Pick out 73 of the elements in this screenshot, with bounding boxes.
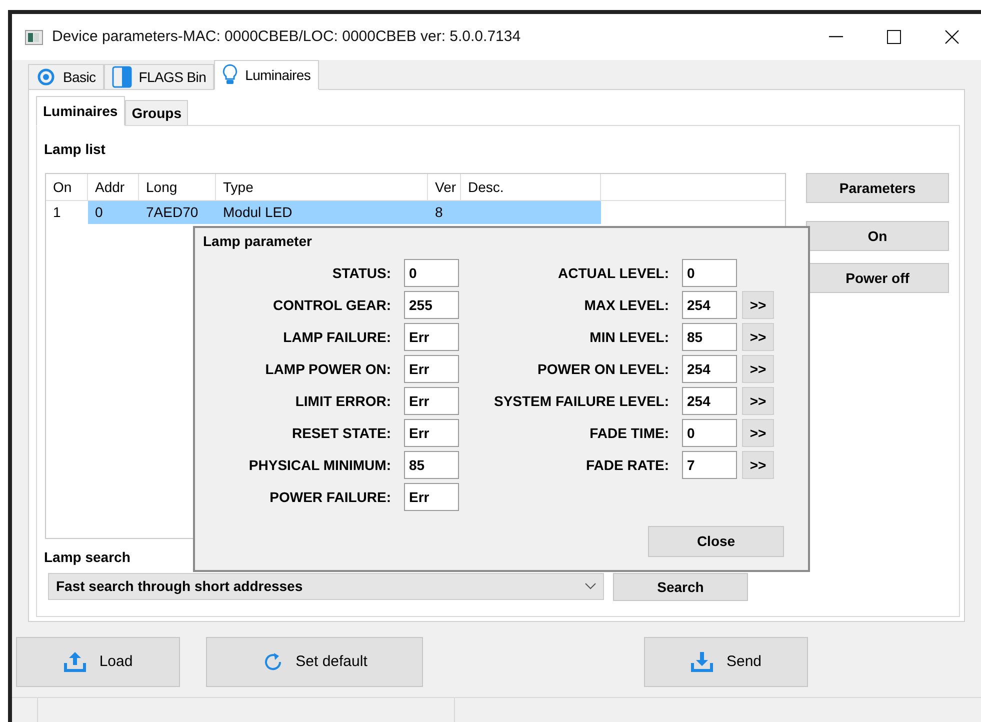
- apply-button[interactable]: >>: [742, 291, 774, 319]
- column-header[interactable]: Type: [216, 174, 428, 200]
- value-field[interactable]: Err: [404, 387, 459, 415]
- app-icon: [25, 30, 43, 44]
- value-field[interactable]: 7: [682, 451, 737, 479]
- table-cell: 8: [428, 201, 461, 224]
- field-label: FADE RATE:: [585, 456, 669, 474]
- field-label: LAMP FAILURE:: [282, 328, 391, 346]
- apply-button[interactable]: >>: [742, 451, 774, 479]
- action-button[interactable]: Load: [16, 637, 180, 687]
- tab[interactable]: FLAGS Bin: [104, 64, 214, 90]
- side-button[interactable]: On: [806, 221, 949, 251]
- column-header[interactable]: Ver: [428, 174, 461, 200]
- column-header[interactable]: Long: [139, 174, 216, 200]
- value-field[interactable]: 254: [682, 355, 737, 383]
- field-label: MIN LEVEL:: [588, 328, 669, 346]
- tab[interactable]: Groups: [124, 100, 188, 126]
- field-label: STATUS:: [331, 264, 391, 282]
- side-button[interactable]: Parameters: [806, 173, 949, 203]
- apply-button[interactable]: >>: [742, 355, 774, 383]
- value-field[interactable]: 254: [682, 387, 737, 415]
- tab[interactable]: Basic: [28, 64, 104, 90]
- upload-icon: [63, 651, 88, 673]
- value-field[interactable]: Err: [404, 483, 459, 511]
- field-label: PHYSICAL MINIMUM:: [248, 456, 391, 474]
- field-label: SYSTEM FAILURE LEVEL:: [492, 392, 669, 410]
- apply-button[interactable]: >>: [742, 323, 774, 351]
- section-title: Lamp list: [44, 140, 106, 159]
- apply-button[interactable]: >>: [742, 387, 774, 415]
- toggle-icon: [112, 66, 132, 88]
- chevron-down-icon: [585, 583, 596, 590]
- field-label: FADE TIME:: [588, 424, 669, 442]
- value-field[interactable]: 0: [682, 259, 737, 287]
- value-field[interactable]: 85: [404, 451, 459, 479]
- search-button[interactable]: Search: [613, 573, 748, 601]
- close-button[interactable]: Close: [648, 526, 784, 557]
- value-field[interactable]: 254: [682, 291, 737, 319]
- search-mode-dropdown[interactable]: Fast search through short addresses: [48, 573, 604, 600]
- field-label: LIMIT ERROR:: [294, 392, 391, 410]
- value-field[interactable]: 85: [682, 323, 737, 351]
- field-label: ACTUAL LEVEL:: [557, 264, 669, 282]
- table-cell: Modul LED: [216, 201, 428, 224]
- value-field[interactable]: Err: [404, 323, 459, 351]
- field-label: MAX LEVEL:: [583, 296, 669, 314]
- tab[interactable]: Luminaires: [36, 96, 125, 126]
- field-label: LAMP POWER ON:: [264, 360, 391, 378]
- action-button[interactable]: Set default: [206, 637, 423, 687]
- table-cell: 7AED70: [139, 201, 216, 224]
- field-label: CONTROL GEAR:: [272, 296, 391, 314]
- column-header[interactable]: Addr: [88, 174, 139, 200]
- maximize-icon[interactable]: [887, 30, 901, 44]
- minimize-icon[interactable]: [829, 36, 843, 38]
- value-field[interactable]: 0: [682, 419, 737, 447]
- apply-button[interactable]: >>: [742, 419, 774, 447]
- field-label: POWER FAILURE:: [268, 488, 391, 506]
- close-icon[interactable]: [945, 30, 959, 44]
- window-title: Device parameters-MAC: 0000CBEB/LOC: 0000CBEB ver: 5.0.0.7134: [52, 26, 521, 47]
- field-label: RESET STATE:: [290, 424, 391, 442]
- table-row[interactable]: 1 0 7AED70 Modul LED 8: [46, 201, 601, 224]
- value-field[interactable]: Err: [404, 355, 459, 383]
- table-cell: 0: [88, 201, 139, 224]
- column-header[interactable]: Desc.: [461, 174, 601, 200]
- download-icon: [690, 651, 714, 673]
- column-header[interactable]: On: [46, 174, 88, 200]
- value-field[interactable]: Err: [404, 419, 459, 447]
- action-button[interactable]: Send: [644, 637, 808, 687]
- value-field[interactable]: 0: [404, 259, 459, 287]
- value-field[interactable]: 255: [404, 291, 459, 319]
- dialog-title: Lamp parameter: [203, 232, 312, 251]
- bulb-icon: [222, 64, 238, 86]
- section-title: Lamp search: [44, 548, 130, 567]
- field-label: POWER ON LEVEL:: [536, 360, 669, 378]
- tab[interactable]: Luminaires: [214, 60, 319, 90]
